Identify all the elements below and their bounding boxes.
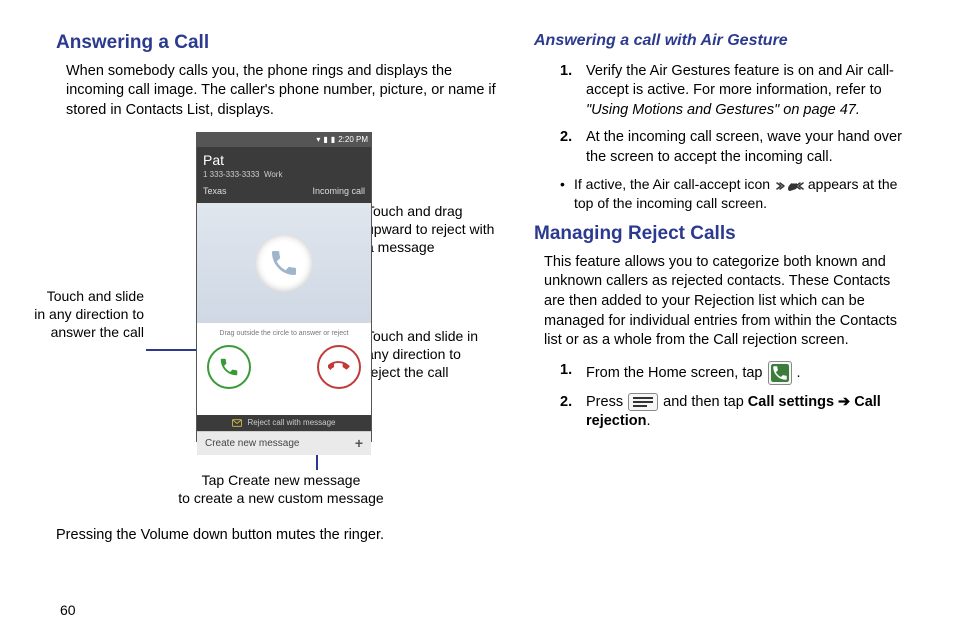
create-new-message: Create new message (205, 437, 300, 451)
wifi-icon: ▾ (316, 135, 320, 146)
left-column: Answering a Call When somebody calls you… (56, 30, 496, 616)
manage-step-2: 2. Press and then tap Call settings ➔ Ca… (560, 393, 914, 432)
menu-key-icon (628, 393, 658, 411)
page-number: 60 (60, 602, 76, 618)
manage-intro: This feature allows you to categorize bo… (544, 253, 914, 351)
reject-bar: Reject call with message (197, 415, 371, 431)
battery-icon: ▮ (331, 135, 335, 146)
callout-newmsg: Tap Create new message to create a new c… (156, 472, 406, 508)
callout-answer: Touch and slide in any direction to answ… (34, 288, 144, 342)
answer-circle (207, 345, 251, 389)
signal-icon: ▮ (323, 135, 327, 146)
heading-managing-reject: Managing Reject Calls (534, 221, 914, 247)
control-area: Drag outside the circle to answer or rej… (197, 323, 371, 415)
air-accept-icon (774, 178, 804, 194)
air-bullet: • If active, the Air call-accept icon ap… (560, 175, 914, 213)
caller-location: Texas (203, 185, 227, 197)
heading-air-gesture: Answering a call with Air Gesture (534, 30, 914, 52)
heading-answering-call: Answering a Call (56, 30, 496, 56)
right-column: Answering a call with Air Gesture 1. Ver… (534, 30, 914, 616)
callout-reject: Touch and slide in any direction to reje… (366, 328, 496, 382)
air-step-2: 2. At the incoming call screen, wave you… (560, 128, 914, 167)
phone-app-icon (768, 361, 792, 385)
air-steps: 1. Verify the Air Gestures feature is on… (534, 62, 914, 168)
manage-steps: 1. From the Home screen, tap . 2. Press (534, 361, 914, 432)
intro-paragraph: When somebody calls you, the phone rings… (66, 62, 496, 121)
callout-reject-msg: Touch and drag upward to reject with a m… (366, 203, 496, 257)
new-message-row: Create new message + (197, 431, 371, 455)
drag-hint: Drag outside the circle to answer or rej… (197, 329, 371, 338)
figure-incoming-call: Touch and slide in any direction to answ… (56, 128, 496, 520)
message-icon (232, 419, 242, 427)
incoming-label: Incoming call (312, 185, 365, 197)
caller-number: 1 333-333-3333 Work (203, 170, 365, 181)
manage-step-1: 1. From the Home screen, tap . (560, 361, 914, 385)
caller-bar: Pat 1 333-333-3333 Work Texas Incoming c… (197, 147, 371, 203)
air-step-1: 1. Verify the Air Gestures feature is on… (560, 62, 914, 121)
status-bar: ▾ ▮ ▮ 2:20 PM (197, 133, 371, 147)
reject-circle (317, 345, 361, 389)
status-time: 2:20 PM (338, 135, 368, 146)
plus-icon: + (355, 434, 363, 453)
page: Answering a Call When somebody calls you… (0, 0, 954, 636)
handset-icon (255, 234, 313, 292)
mute-paragraph: Pressing the Volume down button mutes th… (56, 526, 496, 546)
caller-name: Pat (203, 151, 365, 170)
caller-photo (197, 203, 371, 323)
phone-mock: ▾ ▮ ▮ 2:20 PM Pat 1 333-333-3333 Work Te… (196, 132, 372, 442)
